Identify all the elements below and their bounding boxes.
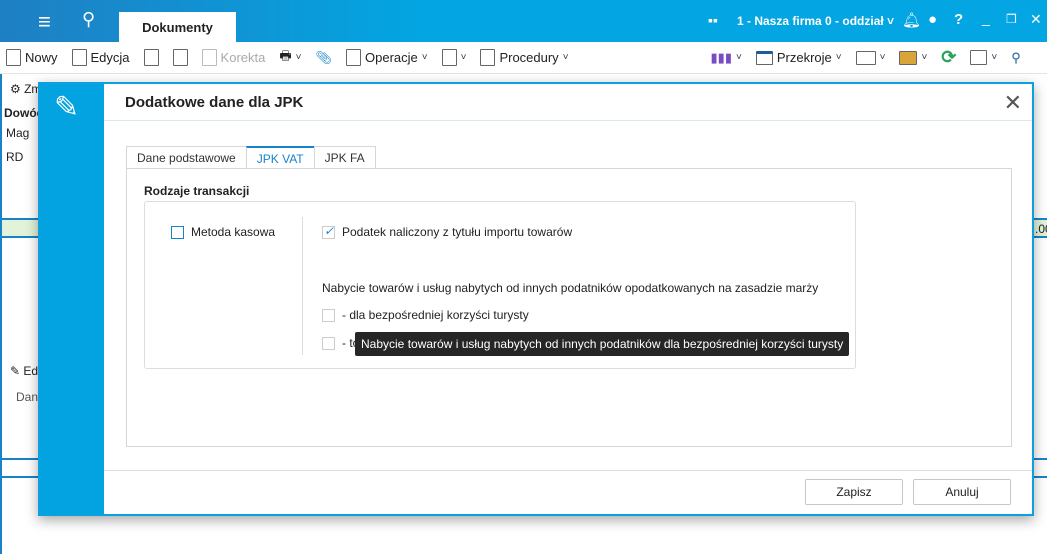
attachment-button[interactable]: 📎︎ (315, 50, 332, 66)
footer-divider (104, 470, 1032, 471)
delete-button[interactable] (172, 49, 188, 66)
new-label: Nowy (25, 50, 58, 65)
company-name: 1 - Nasza firma 0 - oddział (737, 14, 884, 28)
checkbox[interactable] (322, 308, 335, 322)
tourist-label: - dla bezpośredniej korzyści turysty (342, 308, 529, 322)
section-title: Rodzaje transakcji (144, 184, 250, 198)
toolbar: Nowy Edycja Korekta 🖶 ˅ 📎︎ Operacje ˅ ˅ Pr… (0, 42, 1047, 74)
import-button[interactable]: ˅ (855, 50, 885, 65)
apps-grid-icon[interactable]: ▪▪ (708, 12, 718, 28)
import-tax-label: Podatek naliczony z tytułu importu towar… (342, 225, 573, 239)
procedures-button[interactable]: Procedury ˅ (480, 49, 569, 66)
layout-settings-button[interactable]: ˅ (970, 50, 997, 65)
checkbox-checked[interactable]: ✓ (322, 224, 335, 239)
cash-method-label: Metoda kasowa (191, 225, 276, 239)
tooltip: Nabycie towarów i usług nabytych od inny… (355, 332, 850, 356)
divider (302, 217, 303, 355)
dialog-sidebar: ✎ (40, 84, 104, 514)
tourist-checkbox[interactable]: - dla bezpośredniej korzyści turysty (322, 308, 529, 322)
edit-label: Edycja (90, 50, 130, 65)
operations-label: Operacje (365, 50, 418, 65)
bg-edit-item: ✎ Ed (10, 364, 39, 378)
jpk-dialog: ✎ Dodatkowe dane dla JPK ✕ Dane podstawo… (38, 82, 1034, 516)
print-button[interactable]: 🖶 ˅ (279, 47, 301, 69)
preview-icon (143, 49, 159, 66)
preview-button[interactable] (143, 49, 159, 66)
window-icon (755, 50, 773, 65)
second-margin-checkbox[interactable]: - to (322, 336, 359, 350)
document-edit-icon: ✎ (54, 91, 80, 124)
bg-toolbar-item: ⚙ Zm (10, 82, 42, 96)
correction-icon (201, 49, 217, 66)
edit-icon (71, 49, 87, 66)
operations-button[interactable]: Operacje ˅ (346, 49, 428, 66)
paperclip-icon: 📎︎ (315, 49, 332, 65)
dialog-tabs: Dane podstawowe JPK VAT JPK FA (126, 146, 376, 169)
tab-jpk-vat[interactable]: JPK VAT (245, 146, 315, 169)
views-label: Przekroje (776, 50, 832, 65)
charts-button[interactable]: ▮▮▮ ˅ (711, 50, 742, 66)
procedures-icon (480, 49, 496, 66)
new-document-icon (6, 49, 21, 66)
menu-icon[interactable]: ≡ (38, 9, 51, 35)
bg-value: .00 (1035, 222, 1047, 236)
company-selector[interactable]: 1 - Nasza firma 0 - oddział ˅ (737, 14, 894, 28)
views-button[interactable]: Przekroje ˅ (755, 50, 842, 65)
new-button[interactable]: Nowy (6, 49, 58, 66)
edit-button[interactable]: Edycja (71, 49, 130, 66)
filter-settings-icon (899, 50, 918, 65)
bell-icon[interactable]: 🔔︎ (902, 11, 921, 29)
import-tax-checkbox[interactable]: ✓ Podatek naliczony z tytułu importu towa… (322, 224, 573, 239)
close-icon[interactable]: ✕ (1004, 90, 1022, 116)
help-icon[interactable]: ? (954, 11, 963, 28)
magnifier-icon: ⚲ (1011, 49, 1021, 65)
procedures-label: Procedury (499, 50, 559, 65)
close-window-icon[interactable]: ✕ (1030, 11, 1042, 28)
filter-settings-button[interactable]: ˅ (899, 50, 927, 65)
search-icon[interactable]: ⚲ (82, 9, 95, 30)
refresh-button[interactable]: ⟳ (941, 47, 956, 68)
dialog-header: Dodatkowe dane dla JPK (104, 84, 1032, 121)
advanced-search-button[interactable]: ⚲ (1011, 50, 1021, 66)
margin-heading: Nabycie towarów i usług nabytych od inny… (322, 281, 819, 295)
user-icon[interactable]: ● (928, 11, 937, 28)
bg-cell: Mag (6, 126, 30, 140)
dialog-title: Dodatkowe dane dla JPK (125, 93, 304, 111)
correction-button[interactable]: Korekta (201, 49, 266, 66)
workflow-icon (441, 49, 457, 66)
refresh-icon: ⟳ (941, 47, 957, 67)
tab-dane-podstawowe[interactable]: Dane podstawowe (126, 146, 247, 169)
cash-method-checkbox[interactable]: Metoda kasowa (171, 225, 275, 239)
bg-edit-label: Ed (23, 364, 39, 378)
restore-icon[interactable]: ❐ (1006, 12, 1017, 26)
tab-dokumenty[interactable]: Dokumenty (119, 12, 236, 42)
printer-icon: 🖶 (279, 47, 292, 63)
workflow-button[interactable]: ˅ (441, 49, 466, 66)
tab-jpk-fa[interactable]: JPK FA (313, 146, 376, 169)
bar-chart-icon: ▮▮▮ (710, 49, 732, 65)
tab-panel: Rodzaje transakcji Metoda kasowa ✓ Podate… (126, 168, 1012, 447)
save-button[interactable]: Zapisz (805, 479, 903, 505)
checkbox[interactable] (171, 225, 184, 239)
bg-cell: RD (6, 150, 24, 164)
checkbox[interactable] (322, 336, 335, 350)
correction-label: Korekta (220, 50, 266, 65)
import-icon (855, 50, 876, 65)
operations-icon (346, 49, 361, 66)
cancel-button[interactable]: Anuluj (913, 479, 1011, 505)
minimize-icon[interactable]: _ (982, 10, 990, 26)
delete-icon (172, 49, 188, 66)
layout-settings-icon (970, 50, 988, 65)
